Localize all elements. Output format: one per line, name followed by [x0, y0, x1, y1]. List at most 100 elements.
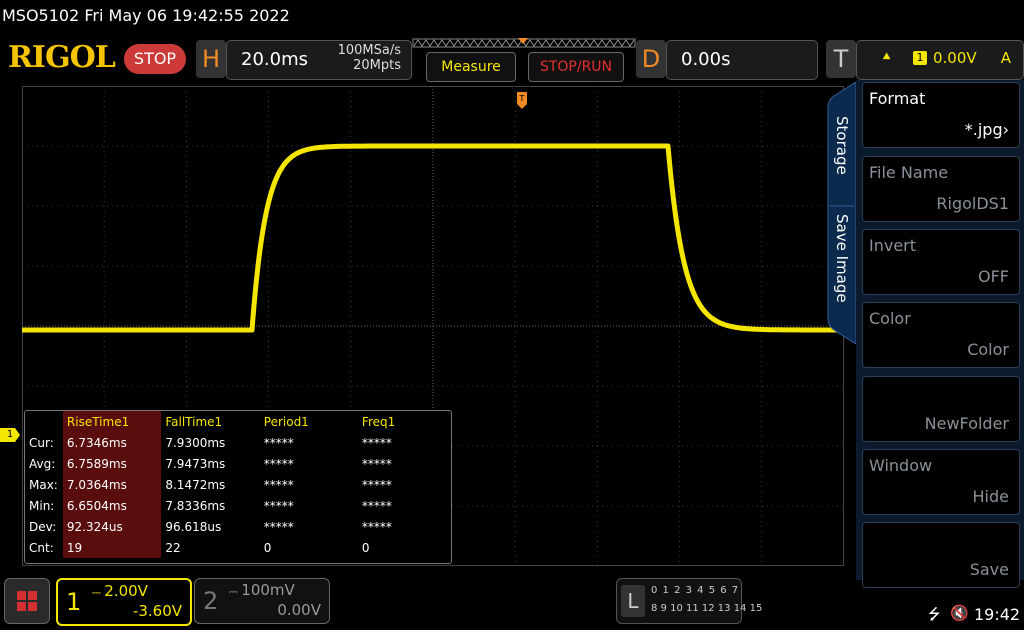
channel-2-number: 2 [203, 587, 219, 615]
table-cell: 96.618us [165, 519, 222, 534]
trigger-marker-icon: T [517, 92, 527, 109]
table-row: Cnt: 19 22 0 0 [25, 537, 451, 558]
menu-item-value: *.jpg› [965, 120, 1009, 139]
main-menu-button[interactable] [4, 578, 50, 624]
delay-panel[interactable]: 0.00s [666, 40, 818, 80]
logic-analyzer-panel[interactable]: L 0 1 2 3 4 5 6 7 8 9 10 11 12 13 14 15 [616, 578, 762, 624]
table-row: Min: 6.6504ms 7.8336ms ***** ***** [25, 495, 451, 516]
table-cell: ***** [361, 477, 392, 492]
dc-coupling-icon: ⎓ [92, 586, 105, 599]
table-cell: ***** [263, 456, 294, 471]
table-cell: 19 [62, 537, 162, 558]
table-cell: 7.0364ms [62, 474, 162, 495]
measure-button[interactable]: Measure [426, 52, 516, 82]
menu-item-new-folder[interactable]: NewFolder [862, 376, 1020, 442]
logic-channels-low: 0 1 2 3 4 5 6 7 [651, 585, 740, 596]
row-label: Avg: [29, 456, 56, 471]
rising-edge-icon: ⯅ [881, 49, 893, 65]
tab-storage[interactable]: Storage [833, 116, 851, 175]
channel-1-scale-value: 2.00V [104, 582, 148, 600]
table-cell: 8.1472ms [165, 477, 226, 492]
logic-letter: L [621, 585, 645, 617]
row-label: Cnt: [29, 540, 54, 555]
status-line: MSO5102 Fri May 06 19:42:55 2022 [2, 6, 290, 25]
channel-1-number: 1 [66, 588, 82, 616]
column-header[interactable]: Period1 [260, 411, 358, 432]
menu-item-title: Window [869, 456, 933, 475]
table-cell: ***** [263, 498, 294, 513]
menu-item-value: RigolDS1 [936, 194, 1009, 213]
table-cell: 0 [263, 540, 272, 555]
row-label: Dev: [29, 519, 57, 534]
column-header[interactable]: FallTime1 [161, 411, 259, 432]
grid-menu-icon [17, 591, 37, 611]
table-cell: ***** [263, 435, 294, 450]
menu-item-title: Invert [869, 236, 917, 255]
table-cell: ***** [361, 456, 392, 471]
menu-item-color[interactable]: Color Color [862, 302, 1020, 368]
channel-2-scale-value: 100mV [241, 581, 295, 599]
column-header[interactable]: RiseTime1 [62, 411, 162, 432]
channel-2-panel[interactable]: 2 ⎓ 100mV 0.00V [194, 578, 330, 624]
menu-item-save[interactable]: Save [862, 522, 1020, 588]
table-cell: ***** [361, 435, 392, 450]
channel-2-scale: ⎓ 100mV [229, 581, 295, 599]
trigger-source: 1 [913, 51, 927, 65]
menu-item-file-name[interactable]: File Name RigolDS1 [862, 156, 1020, 222]
ch1-waveform [22, 143, 844, 333]
horizontal-letter[interactable]: H [196, 40, 226, 78]
menu-item-title: Format [869, 89, 926, 108]
menu-item-value: OFF [978, 267, 1009, 286]
format-value: *.jpg [964, 120, 1003, 139]
table-cell: 6.7346ms [62, 432, 162, 453]
side-menu-tabs[interactable]: Storage Save Image [824, 82, 856, 344]
table-cell: ***** [361, 498, 392, 513]
menu-item-title: Color [869, 309, 911, 328]
table-row: Dev: 92.324us 96.618us ***** ***** [25, 516, 451, 537]
menu-item-title: File Name [869, 163, 949, 182]
table-row: Max: 7.0364ms 8.1472ms ***** ***** [25, 474, 451, 495]
svg-text:T: T [519, 94, 525, 103]
table-cell: 7.9300ms [165, 435, 226, 450]
tab-save-image[interactable]: Save Image [833, 214, 851, 303]
table-cell: ***** [263, 519, 294, 534]
menu-item-value: Save [969, 560, 1009, 579]
menu-item-value: NewFolder [924, 414, 1009, 433]
measurement-table: RiseTime1 FallTime1 Period1 Freq1 Cur: 6… [24, 410, 452, 564]
table-row: Cur: 6.7346ms 7.9300ms ***** ***** [25, 432, 451, 453]
delay-value: 0.00s [681, 49, 731, 70]
table-cell: 7.9473ms [165, 456, 226, 471]
clock: 19:42 [974, 605, 1021, 624]
delay-letter[interactable]: D [636, 40, 666, 78]
row-label: Max: [29, 477, 58, 492]
row-label: Min: [29, 498, 55, 513]
trigger-level: 0.00V [933, 49, 977, 67]
menu-item-invert[interactable]: Invert OFF [862, 229, 1020, 295]
ch1-offset-marker[interactable]: 1 [0, 428, 20, 442]
trigger-position-strip [412, 38, 636, 48]
horizontal-panel[interactable]: 20.0ms 100MSa/s 20Mpts [226, 40, 412, 80]
row-label: Cur: [29, 435, 54, 450]
table-cell: 7.8336ms [165, 498, 226, 513]
menu-item-value: Hide [972, 487, 1009, 506]
channel-1-panel[interactable]: 1 ⎓ 2.00V -3.60V [56, 578, 192, 626]
trigger-panel[interactable]: ⯅ 1 0.00V A [856, 40, 1024, 80]
side-menu: Format *.jpg› File Name RigolDS1 Invert … [856, 80, 1024, 588]
table-cell: 0 [361, 540, 370, 555]
trigger-letter[interactable]: T [826, 40, 856, 78]
table-cell: 22 [165, 540, 181, 555]
table-row: Avg: 6.7589ms 7.9473ms ***** ***** [25, 453, 451, 474]
table-cell: ***** [263, 477, 294, 492]
table-cell: ***** [361, 519, 392, 534]
speaker-mute-icon[interactable]: 🔇 [950, 604, 969, 622]
stop-run-button[interactable]: STOP/RUN [528, 52, 624, 82]
channel-1-scale: ⎓ 2.00V [92, 582, 148, 600]
dc-coupling-icon: ⎓ [229, 585, 242, 598]
table-cell: 6.7589ms [62, 453, 162, 474]
timebase-value: 20.0ms [241, 49, 308, 70]
column-header[interactable]: Freq1 [358, 411, 451, 432]
run-state-badge[interactable]: STOP [124, 44, 186, 74]
menu-item-window[interactable]: Window Hide [862, 449, 1020, 515]
menu-item-format[interactable]: Format *.jpg› [862, 82, 1020, 148]
trigger-mode: A [1000, 49, 1011, 67]
